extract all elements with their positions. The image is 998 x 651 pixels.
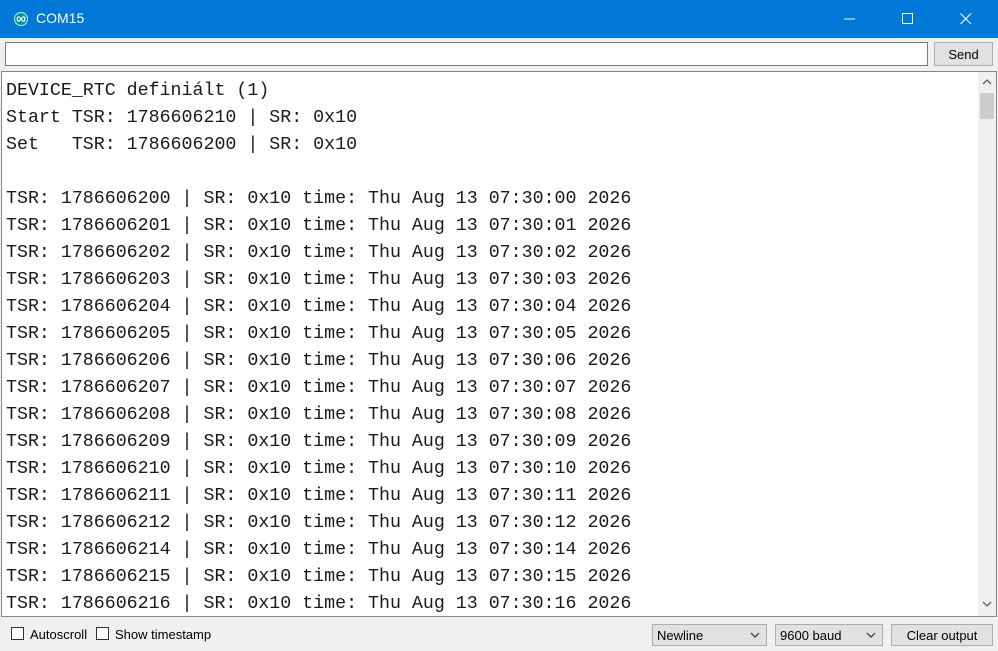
show-timestamp-checkbox[interactable] — [96, 627, 109, 640]
maximize-icon — [902, 13, 913, 24]
output-line: TSR: 1786606215 | SR: 0x10 time: Thu Aug… — [6, 567, 632, 587]
minimize-icon — [844, 18, 855, 20]
output-line: TSR: 1786606209 | SR: 0x10 time: Thu Aug… — [6, 432, 632, 452]
output-line: TSR: 1786606206 | SR: 0x10 time: Thu Aug… — [6, 351, 632, 371]
send-button[interactable]: Send — [934, 42, 993, 66]
scroll-up-button[interactable] — [978, 74, 996, 92]
vertical-scrollbar[interactable] — [978, 72, 996, 616]
output-line: TSR: 1786606207 | SR: 0x10 time: Thu Aug… — [6, 378, 632, 398]
output-lines: DEVICE_RTC definiált (1) Start TSR: 17866… — [6, 78, 974, 616]
output-line: TSR: 1786606211 | SR: 0x10 time: Thu Aug… — [6, 486, 632, 506]
maximize-button[interactable] — [880, 0, 938, 38]
autoscroll-label[interactable]: Autoscroll — [30, 627, 87, 642]
output-line: TSR: 1786606204 | SR: 0x10 time: Thu Aug… — [6, 297, 632, 317]
baud-rate-value: 9600 baud — [780, 628, 842, 643]
line-ending-select[interactable]: Newline — [652, 624, 767, 646]
minimize-button[interactable] — [822, 0, 880, 38]
scroll-thumb[interactable] — [980, 93, 994, 119]
autoscroll-checkbox[interactable] — [11, 627, 24, 640]
arduino-infinity-icon — [14, 12, 28, 26]
output-line: Start TSR: 1786606210 | SR: 0x10 — [6, 108, 358, 128]
chevron-up-icon — [982, 79, 992, 85]
close-icon — [960, 13, 972, 25]
title-bar[interactable]: COM15 — [0, 0, 998, 38]
window-title: COM15 — [36, 10, 85, 26]
output-line: DEVICE_RTC definiált (1) — [6, 81, 270, 101]
output-line: TSR: 1786606212 | SR: 0x10 time: Thu Aug… — [6, 513, 632, 533]
output-line: TSR: 1786606203 | SR: 0x10 time: Thu Aug… — [6, 270, 632, 290]
output-line: TSR: 1786606214 | SR: 0x10 time: Thu Aug… — [6, 540, 632, 560]
footer-bar: Autoscroll Show timestamp Newline 9600 b… — [0, 618, 998, 651]
output-line: TSR: 1786606201 | SR: 0x10 time: Thu Aug… — [6, 216, 632, 236]
output-line: Set TSR: 1786606200 | SR: 0x10 — [6, 135, 358, 155]
output-line: TSR: 1786606205 | SR: 0x10 time: Thu Aug… — [6, 324, 632, 344]
chevron-down-icon — [750, 632, 760, 638]
serial-input[interactable] — [5, 42, 928, 66]
output-line: TSR: 1786606216 | SR: 0x10 time: Thu Aug… — [6, 594, 632, 614]
line-ending-value: Newline — [657, 628, 704, 643]
clear-output-button[interactable]: Clear output — [891, 624, 993, 646]
output-line: TSR: 1786606208 | SR: 0x10 time: Thu Aug… — [6, 405, 632, 425]
output-line: TSR: 1786606210 | SR: 0x10 time: Thu Aug… — [6, 459, 632, 479]
scroll-down-button[interactable] — [978, 596, 996, 614]
show-timestamp-label[interactable]: Show timestamp — [115, 627, 211, 642]
output-line: TSR: 1786606200 | SR: 0x10 time: Thu Aug… — [6, 189, 632, 209]
serial-output[interactable]: DEVICE_RTC definiált (1) Start TSR: 17866… — [1, 71, 997, 617]
baud-rate-select[interactable]: 9600 baud — [775, 624, 883, 646]
close-button[interactable] — [938, 0, 996, 38]
chevron-down-icon — [866, 632, 876, 638]
send-bar: Send — [0, 38, 998, 70]
chevron-down-icon — [982, 601, 992, 607]
output-line: TSR: 1786606202 | SR: 0x10 time: Thu Aug… — [6, 243, 632, 263]
